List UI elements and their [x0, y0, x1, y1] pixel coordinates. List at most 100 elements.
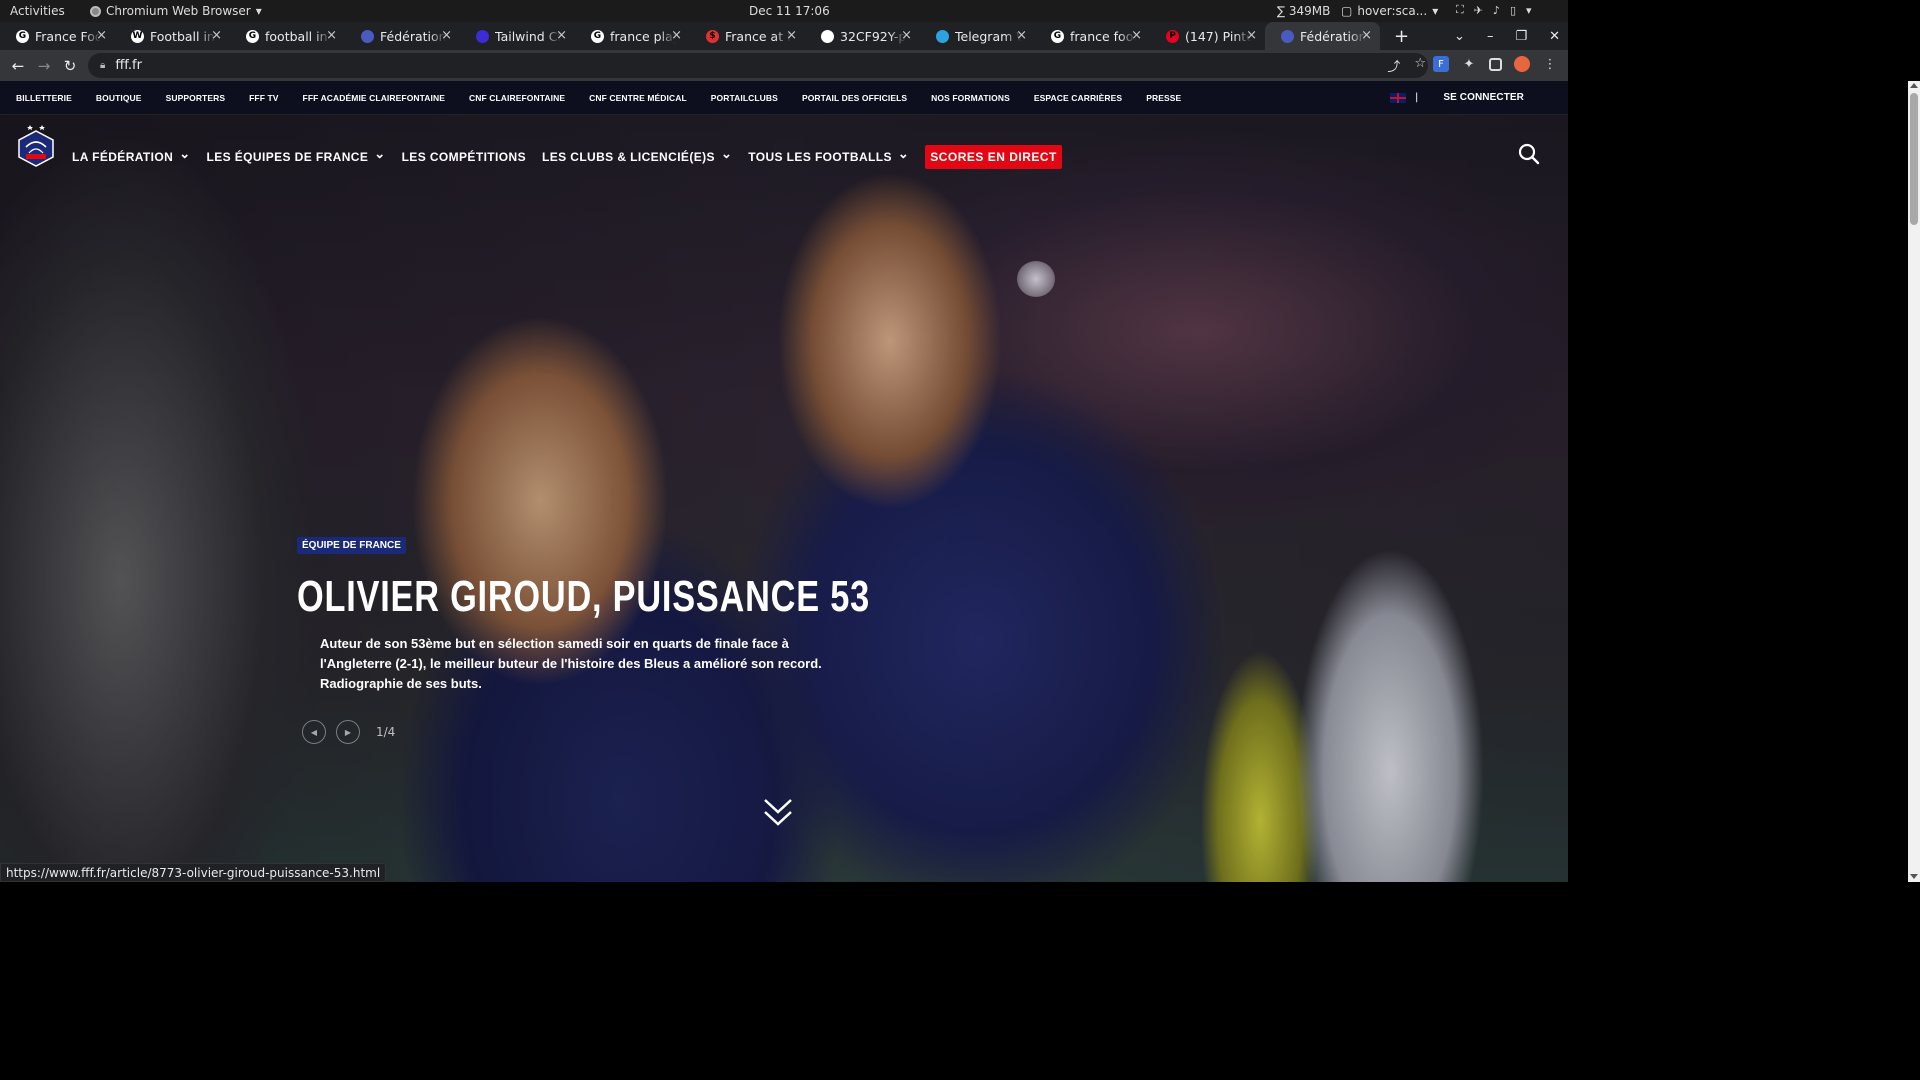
utility-nav-link[interactable]: PORTAILCLUBS: [711, 93, 778, 103]
utility-nav-link[interactable]: CNF CENTRE MÉDICAL: [589, 93, 687, 103]
prev-slide-button[interactable]: ◀: [302, 720, 326, 744]
maximize-icon[interactable]: ❐: [1515, 29, 1527, 44]
close-window-icon[interactable]: ✕: [1549, 29, 1560, 44]
system-tray[interactable]: ⛶ ✈ ♪ ▯ ▾: [1456, 3, 1532, 17]
puzzle-icon[interactable]: ✦: [1461, 56, 1477, 72]
extension-icon[interactable]: F: [1433, 56, 1449, 72]
category-badge[interactable]: ÉQUIPE DE FRANCE: [297, 537, 406, 554]
browser-tab[interactable]: Telegram W×: [920, 22, 1035, 50]
tab-close-icon[interactable]: ×: [1131, 28, 1142, 43]
app-menu[interactable]: Chromium Web Browser ▾: [90, 4, 262, 18]
tab-favicon-icon: G: [1051, 29, 1064, 43]
browser-tab[interactable]: $ France at F ×: [690, 22, 805, 50]
browser-tab[interactable]: Fédération ×: [345, 22, 460, 50]
tab-close-icon[interactable]: ×: [211, 28, 222, 43]
memory-indicator[interactable]: ∑ 349MB: [1277, 4, 1330, 18]
clock[interactable]: Dec 11 17:06: [749, 4, 830, 18]
profile-avatar[interactable]: [1514, 56, 1530, 72]
browser-tab[interactable]: Tailwind CS ×: [460, 22, 575, 50]
browser-tab[interactable]: 32CF92Y-p ×: [805, 22, 920, 50]
menu-icon[interactable]: ⋮: [1542, 56, 1558, 72]
new-tab-button[interactable]: +: [1394, 26, 1414, 47]
side-panel-icon[interactable]: [1489, 57, 1502, 71]
main-nav-item[interactable]: TOUS LES FOOTBALLS ⌄: [748, 146, 909, 164]
scores-live-button[interactable]: SCORES EN DIRECT: [925, 145, 1062, 169]
tab-close-icon[interactable]: ×: [326, 28, 337, 43]
chevron-down-icon: ▾: [1526, 3, 1532, 17]
scroll-up-arrow[interactable]: [1910, 83, 1918, 88]
tab-close-icon[interactable]: ×: [556, 28, 567, 43]
browser-tab[interactable]: Gfrance play ×: [575, 22, 690, 50]
fff-logo[interactable]: [17, 123, 55, 167]
share-icon[interactable]: ⤴: [1387, 56, 1400, 75]
utility-nav: BILLETTERIE BOUTIQUE SUPPORTERS FFF TV FFF A…: [0, 81, 1568, 115]
minimize-icon[interactable]: –: [1487, 29, 1494, 44]
page-content: BILLETTERIE BOUTIQUE SUPPORTERS FFF TV FFF A…: [0, 81, 1568, 882]
browser-tab[interactable]: G France Foo ×: [0, 22, 115, 50]
login-link[interactable]: SE CONNECTER: [1443, 92, 1524, 103]
main-nav: LA FÉDÉRATION ⌄ LES ÉQUIPES DE FRANCE ⌄ LES …: [0, 115, 1568, 195]
window-controls: ⌄ – ❐ ✕: [1454, 22, 1560, 50]
utility-nav-link[interactable]: PRESSE: [1146, 93, 1181, 103]
clipboard-icon: ▢: [1341, 4, 1353, 18]
utility-nav-link[interactable]: PORTAIL DES OFFICIELS: [802, 93, 907, 103]
browser-tab[interactable]: W Football in ×: [115, 22, 230, 50]
chevron-down-icon: ⌄: [374, 146, 386, 161]
tab-close-icon[interactable]: ×: [671, 28, 682, 43]
main-nav-item[interactable]: LES CLUBS & LICENCIÉ(E)S ⌄: [542, 146, 732, 164]
utility-nav-link[interactable]: BILLETTERIE: [16, 93, 72, 103]
tab-close-icon[interactable]: ×: [441, 28, 452, 43]
main-nav-item[interactable]: LES COMPÉTITIONS: [402, 150, 526, 164]
hover-indicator[interactable]: ▢ hover:sca... ▾: [1341, 4, 1438, 18]
hero-slide[interactable]: ÉQUIPE DE FRANCE OLIVIER GIROUD, PUISSAN…: [297, 533, 1032, 744]
utility-nav-link[interactable]: NOS FORMATIONS: [931, 93, 1010, 103]
tab-close-icon[interactable]: ×: [1016, 28, 1027, 43]
chevron-down-icon: ▾: [255, 4, 262, 18]
hero-headline[interactable]: OLIVIER GIROUD, PUISSANCE 53: [297, 572, 870, 622]
browser-tab[interactable]: P (147) Pinte ×: [1150, 22, 1265, 50]
tab-close-icon[interactable]: ×: [901, 28, 912, 43]
tab-search-icon[interactable]: ⌄: [1454, 29, 1465, 44]
main-nav-item[interactable]: LA FÉDÉRATION ⌄: [72, 146, 191, 164]
bookmark-star-icon[interactable]: ☆: [1414, 56, 1426, 75]
tab-close-icon[interactable]: ×: [786, 28, 797, 43]
next-slide-button[interactable]: ▶: [336, 720, 360, 744]
reload-icon[interactable]: ↻: [57, 57, 83, 75]
page-scrollbar[interactable]: [1908, 81, 1920, 882]
tab-close-icon[interactable]: ×: [96, 28, 107, 43]
main-nav-label: LES COMPÉTITIONS: [401, 150, 526, 164]
utility-nav-link[interactable]: ESPACE CARRIÈRES: [1034, 93, 1122, 103]
utility-nav-link[interactable]: SUPPORTERS: [166, 93, 226, 103]
extensions-area: F ✦ ⋮: [1433, 56, 1558, 72]
browser-tab[interactable]: Gfrance foot ×: [1035, 22, 1150, 50]
slide-counter: 1/4: [376, 725, 396, 739]
tab-title: France at F: [725, 28, 791, 44]
lock-icon[interactable]: 🔒︎: [100, 60, 105, 71]
tab-close-icon[interactable]: ×: [1246, 28, 1257, 43]
uk-flag-icon[interactable]: [1389, 92, 1406, 103]
url-text[interactable]: fff.fr: [115, 58, 142, 73]
browser-tab[interactable]: Fédération ×: [1265, 22, 1380, 50]
tab-title: France Foo: [35, 28, 101, 44]
tab-close-icon[interactable]: ×: [1361, 28, 1372, 43]
app-name: Chromium Web Browser: [106, 4, 251, 18]
utility-nav-link[interactable]: BOUTIQUE: [96, 93, 142, 103]
chevron-down-icon: ⌄: [897, 146, 910, 161]
browser-tab[interactable]: Gfootball in ×: [230, 22, 345, 50]
main-nav-label: LES ÉQUIPES DE FRANCE: [206, 150, 369, 164]
utility-nav-link[interactable]: FFF ACADÉMIE CLAIREFONTAINE: [303, 93, 445, 103]
scroll-down-arrow[interactable]: [1910, 874, 1918, 879]
hover-label: hover:sca...: [1357, 4, 1428, 18]
scroll-down-chevron-icon[interactable]: [762, 796, 794, 830]
back-icon[interactable]: ←: [5, 57, 31, 75]
tab-title: 32CF92Y-p: [840, 28, 906, 44]
scrollbar-thumb[interactable]: [1910, 93, 1918, 225]
search-icon[interactable]: [1518, 143, 1540, 165]
utility-nav-link[interactable]: CNF CLAIREFONTAINE: [469, 93, 565, 103]
utility-nav-link[interactable]: FFF TV: [249, 93, 278, 103]
main-nav-item[interactable]: LES ÉQUIPES DE FRANCE ⌄: [206, 146, 386, 164]
address-bar[interactable]: 🔒︎ fff.fr: [88, 53, 1428, 78]
chevron-left-icon: ◀: [310, 727, 318, 737]
forward-icon[interactable]: →: [31, 57, 57, 75]
activities-button[interactable]: Activities: [10, 4, 65, 18]
